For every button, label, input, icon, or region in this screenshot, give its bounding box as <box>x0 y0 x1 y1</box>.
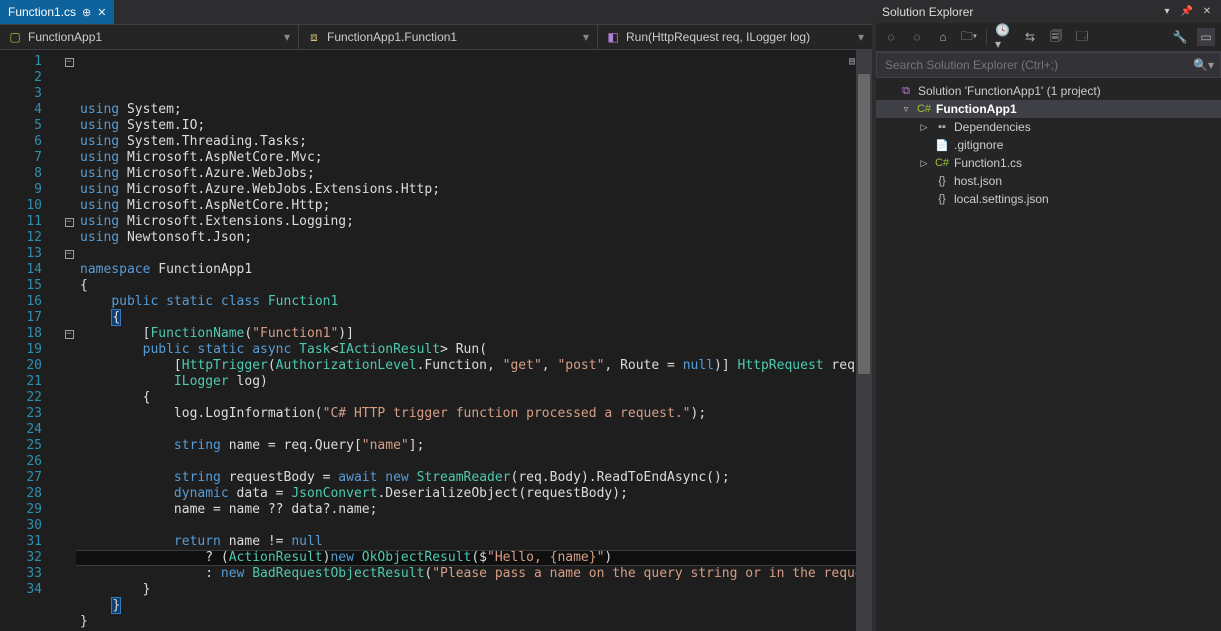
close-icon[interactable]: ✕ <box>1199 4 1215 20</box>
tree-item[interactable]: ▷ ▪▪ Dependencies <box>876 118 1221 136</box>
json-icon: {} <box>934 191 950 207</box>
scrollbar-thumb[interactable] <box>858 74 870 374</box>
close-icon[interactable]: ✕ <box>97 6 106 19</box>
panel-titlebar[interactable]: Solution Explorer ▾ 📌 ✕ <box>876 0 1221 23</box>
tree-item-label: local.settings.json <box>954 192 1215 206</box>
file-icon: 📄 <box>934 137 950 153</box>
tree-item[interactable]: ⧉ Solution 'FunctionApp1' (1 project) <box>876 82 1221 100</box>
forward-icon[interactable]: ◌ <box>908 28 926 46</box>
method-icon: ◧ <box>606 30 620 44</box>
wrench-icon[interactable]: 🔧 <box>1171 28 1189 46</box>
sln-icon: ⧉ <box>898 83 914 99</box>
window-position-icon[interactable]: ▾ <box>1159 4 1175 20</box>
explorer-toolbar: ◌ ◌ ⌂ 🗀▾ 🕓▾ ⇆ 🗐 🗔 🔧 ▭ <box>876 23 1221 52</box>
csharp-project-icon: ▢ <box>8 30 22 44</box>
expand-arrow-icon[interactable]: ▷ <box>918 158 930 169</box>
tree-item-label: FunctionApp1 <box>936 102 1215 116</box>
cs-icon: C# <box>934 155 950 171</box>
nav-scope[interactable]: ▢ FunctionApp1 ▾ <box>0 25 299 49</box>
back-icon[interactable]: ◌ <box>882 28 900 46</box>
vertical-scrollbar[interactable] <box>856 50 872 631</box>
refresh-icon[interactable]: 🕓▾ <box>995 28 1013 46</box>
tree-item-label: Dependencies <box>954 120 1215 134</box>
editor-pane: Function1.cs ⊕ ✕ ▢ FunctionApp1 ▾ ⧈ Func… <box>0 0 872 631</box>
nav-class[interactable]: ⧈ FunctionApp1.Function1 ▾ <box>299 25 598 49</box>
class-icon: ⧈ <box>307 30 321 44</box>
toolbar-separator <box>986 29 987 45</box>
chevron-down-icon: ▾ <box>284 30 290 44</box>
code-editor[interactable]: 1234567891011121314151617181920212223242… <box>0 50 872 631</box>
solution-explorer: Solution Explorer ▾ 📌 ✕ ◌ ◌ ⌂ 🗀▾ 🕓▾ ⇆ 🗐 … <box>876 0 1221 631</box>
chevron-down-icon: ▾ <box>583 30 589 44</box>
pin-icon[interactable]: 📌 <box>1179 4 1195 20</box>
tree-item-label: Function1.cs <box>954 156 1215 170</box>
expand-arrow-icon[interactable]: ▿ <box>900 104 912 115</box>
pin-icon[interactable]: ⊕ <box>82 6 91 19</box>
home-icon[interactable]: ⌂ <box>934 28 952 46</box>
search-icon[interactable]: 🔍▾ <box>1193 58 1214 72</box>
tree-item-label: Solution 'FunctionApp1' (1 project) <box>918 84 1215 98</box>
split-marker-icon[interactable]: ▤ <box>847 54 856 70</box>
collapse-icon[interactable]: ⇆ <box>1021 28 1039 46</box>
nav-member[interactable]: ◧ Run(HttpRequest req, ILogger log) ▾ <box>598 25 872 49</box>
dep-icon: ▪▪ <box>934 119 950 135</box>
tree-item[interactable]: ▷ C# Function1.cs <box>876 154 1221 172</box>
json-icon: {} <box>934 173 950 189</box>
chevron-down-icon: ▾ <box>858 30 864 44</box>
panel-title-text: Solution Explorer <box>882 5 1155 19</box>
nav-member-label: Run(HttpRequest req, ILogger log) <box>626 30 810 44</box>
nav-scope-label: FunctionApp1 <box>28 30 102 44</box>
file-tab[interactable]: Function1.cs ⊕ ✕ <box>0 0 114 24</box>
solution-tree[interactable]: ⧉ Solution 'FunctionApp1' (1 project) ▿ C# F… <box>876 78 1221 631</box>
properties-icon[interactable]: 🗔 <box>1073 28 1091 46</box>
tree-item[interactable]: {} host.json <box>876 172 1221 190</box>
expand-arrow-icon[interactable]: ▷ <box>918 122 930 133</box>
preview-icon[interactable]: ▭ <box>1197 28 1215 46</box>
code-content[interactable]: using System;using System.IO;using Syste… <box>76 50 856 631</box>
nav-class-label: FunctionApp1.Function1 <box>327 30 457 44</box>
tree-item-label: .gitignore <box>954 138 1215 152</box>
tree-item[interactable]: ▿ C# FunctionApp1 <box>876 100 1221 118</box>
tab-filename: Function1.cs <box>8 5 76 19</box>
explorer-search[interactable]: 🔍▾ <box>876 52 1221 78</box>
show-all-icon[interactable]: 🗐 <box>1047 28 1065 46</box>
tab-bar: Function1.cs ⊕ ✕ <box>0 0 872 25</box>
tree-item[interactable]: 📄 .gitignore <box>876 136 1221 154</box>
fold-column[interactable]: −−−− <box>62 50 76 631</box>
tree-item-label: host.json <box>954 174 1215 188</box>
tree-item[interactable]: {} local.settings.json <box>876 190 1221 208</box>
csproj-icon: C# <box>916 101 932 117</box>
search-input[interactable] <box>883 57 1193 73</box>
sync-icon[interactable]: 🗀▾ <box>960 28 978 46</box>
navigation-bar: ▢ FunctionApp1 ▾ ⧈ FunctionApp1.Function… <box>0 25 872 50</box>
line-number-gutter: 1234567891011121314151617181920212223242… <box>0 50 62 631</box>
